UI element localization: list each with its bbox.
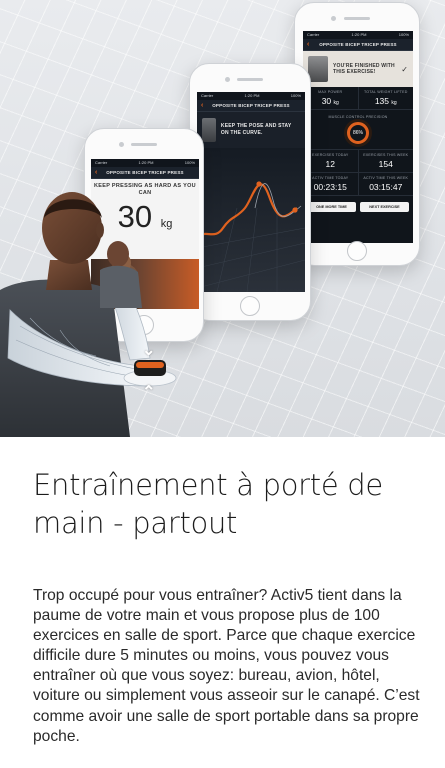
stat-label: EXERCISES TODAY [311, 153, 349, 157]
phone3-screen: Carrier 1:20 PM 100% ‹ OPPOSITE BICEP TR… [303, 31, 413, 243]
back-chevron-icon[interactable]: ‹ [95, 167, 98, 179]
one-more-time-button[interactable]: ONE MORE TIME [307, 202, 356, 212]
camera-dot [119, 142, 124, 147]
athlete-with-device-illustration [0, 192, 177, 437]
stat-exercises-today: EXERCISES TODAY 12 [303, 150, 358, 172]
back-chevron-icon[interactable]: ‹ [201, 100, 204, 112]
precision-ring: 86% [347, 122, 369, 144]
battery-label: 100% [398, 32, 409, 37]
precision-value: 86% [352, 130, 363, 136]
exercise-name: OPPOSITE BICEP TRICEP PRESS [212, 103, 290, 108]
stat-label: ACTIV TIME THIS WEEK [363, 176, 409, 180]
exercise-title-bar: ‹ OPPOSITE BICEP TRICEP PRESS [197, 100, 305, 112]
status-time: 1:20 PM [244, 93, 260, 98]
carrier-label: Carrier [201, 93, 214, 98]
camera-dot [331, 16, 336, 21]
stat-label: EXERCISES THIS WEEK [363, 153, 409, 157]
home-button [347, 241, 367, 261]
precision-label: MUSCLE CONTROL PRECISION [328, 115, 388, 119]
status-time: 1:20 PM [351, 32, 367, 37]
chevron-down-icon: ⌄ [142, 342, 156, 359]
stat-number: 30 [321, 96, 332, 106]
chevron-up-icon: ⌃ [142, 384, 156, 401]
carrier-label: Carrier [307, 32, 320, 37]
carrier-label: Carrier [95, 160, 108, 165]
status-bar: Carrier 1:20 PM 100% [91, 159, 199, 167]
stat-value: 154 [378, 159, 393, 169]
stat-value: 03:15:47 [369, 182, 403, 192]
stats-row: MAX POWER 30 kg TOTAL WEIGHT LIFTED 135 … [303, 87, 413, 110]
finished-banner: YOU'RE FINISHED WITH THIS EXERCISE! ✓ [303, 51, 413, 87]
exercise-thumbnail [308, 56, 328, 82]
stat-unit: kg [333, 100, 339, 106]
status-time: 1:20 PM [138, 160, 154, 165]
home-button [240, 296, 260, 316]
stat-time-today: ACTIV TIME TODAY 00:23:15 [303, 173, 358, 195]
status-bar: Carrier 1:20 PM 100% [303, 31, 413, 39]
battery-label: 100% [184, 160, 195, 165]
stat-number: 135 [374, 96, 390, 106]
exercise-name: OPPOSITE BICEP TRICEP PRESS [319, 42, 397, 47]
stats-row: ACTIV TIME TODAY 00:23:15 ACTIV TIME THI… [303, 173, 413, 196]
hero-illustration: Carrier 1:20 PM 100% ‹ OPPOSITE BICEP TR… [0, 0, 445, 437]
exercise-thumbnail [202, 118, 216, 142]
stat-time-week: ACTIV TIME THIS WEEK 03:15:47 [357, 173, 414, 195]
speaker-slot [237, 78, 263, 81]
title-line-2: main - partout [33, 506, 238, 540]
phone-summary-screen: Carrier 1:20 PM 100% ‹ OPPOSITE BICEP TR… [294, 2, 420, 266]
stat-label: ACTIV TIME TODAY [312, 176, 349, 180]
stat-exercises-week: EXERCISES THIS WEEK 154 [357, 150, 414, 172]
speaker-slot [344, 17, 370, 20]
exercise-name: OPPOSITE BICEP TRICEP PRESS [106, 170, 184, 175]
stat-value: 135 kg [359, 96, 414, 106]
stats-row: EXERCISES TODAY 12 EXERCISES THIS WEEK 1… [303, 150, 413, 173]
exercise-title-bar: ‹ OPPOSITE BICEP TRICEP PRESS [91, 167, 199, 179]
exercise-title-bar: ‹ OPPOSITE BICEP TRICEP PRESS [303, 39, 413, 51]
stat-value: 00:23:15 [313, 182, 347, 192]
check-icon: ✓ [401, 64, 408, 74]
stat-value: 30 kg [303, 96, 358, 106]
stat-label: MAX POWER [318, 90, 343, 94]
stat-label: TOTAL WEIGHT LIFTED [363, 90, 408, 94]
section-body: Trop occupé pour vous entraîner? Activ5 … [33, 587, 420, 745]
status-bar: Carrier 1:20 PM 100% [197, 92, 305, 100]
title-line-1: Entraînement à porté de [33, 468, 383, 502]
finished-message: YOU'RE FINISHED WITH THIS EXERCISE! [333, 62, 395, 76]
speaker-slot [131, 143, 157, 146]
precision-gauge: MUSCLE CONTROL PRECISION 86% [303, 110, 413, 150]
battery-label: 100% [290, 93, 301, 98]
stat-max-power: MAX POWER 30 kg [303, 87, 358, 109]
back-chevron-icon[interactable]: ‹ [307, 39, 310, 51]
stat-value: 12 [325, 159, 335, 169]
action-buttons: ONE MORE TIME NEXT EXERCISE [303, 196, 413, 218]
stat-total-weight: TOTAL WEIGHT LIFTED 135 kg [357, 87, 414, 109]
stat-unit: kg [391, 100, 397, 106]
instruction-banner: KEEP THE POSE AND STAY ON THE CURVE. [197, 112, 305, 148]
camera-dot [225, 77, 230, 82]
section-title: Entraînement à porté de main - partout [33, 466, 413, 542]
instruction-message: KEEP THE POSE AND STAY ON THE CURVE. [220, 123, 292, 136]
next-exercise-button[interactable]: NEXT EXERCISE [360, 202, 409, 212]
